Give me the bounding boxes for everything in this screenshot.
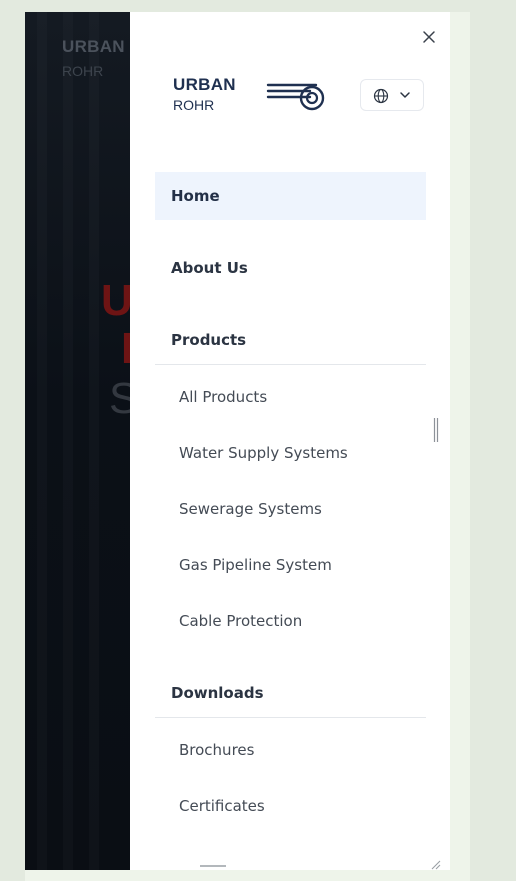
- nav-subitem-cable-protection[interactable]: Cable Protection: [155, 601, 426, 641]
- nav-subitem-certificates[interactable]: Certificates: [155, 786, 426, 826]
- nav-item-label: Home: [171, 187, 220, 205]
- pipe-logo-icon: [266, 83, 325, 111]
- close-button[interactable]: [418, 26, 440, 48]
- nav-subitem-sewerage-systems[interactable]: Sewerage Systems: [155, 489, 426, 529]
- backdrop-stripe: [37, 12, 47, 870]
- chevron-down-icon: [400, 92, 410, 98]
- nav-item-about-us[interactable]: About Us: [155, 244, 426, 292]
- background-brand-name: URBAN: [62, 37, 125, 56]
- language-selector[interactable]: [360, 79, 424, 111]
- nav-section-downloads[interactable]: Downloads: [155, 669, 426, 717]
- backdrop-stripe: [63, 12, 73, 870]
- nav-item-label: About Us: [171, 259, 248, 277]
- app-frame: URBAN ROHR U I S URBAN ROHR Home About U…: [25, 12, 470, 881]
- mobile-nav-drawer: URBAN ROHR Home About Us Products All Pr…: [130, 12, 450, 870]
- nav-item-home[interactable]: Home: [155, 172, 426, 220]
- subitem-label: Brochures: [179, 741, 255, 759]
- logo-line2: ROHR: [173, 97, 215, 113]
- resize-handle-right[interactable]: [433, 417, 439, 443]
- section-label: Downloads: [171, 684, 264, 702]
- resize-handle-bottom[interactable]: [200, 864, 226, 868]
- subitem-label: Cable Protection: [179, 612, 303, 630]
- background-hero-line1: U: [101, 276, 130, 325]
- backdrop-stripe: [89, 12, 99, 870]
- subitem-label: Gas Pipeline System: [179, 556, 332, 574]
- nav-subitem-all-products[interactable]: All Products: [155, 377, 426, 417]
- divider: [155, 364, 426, 365]
- close-icon: [423, 31, 435, 43]
- subitem-label: Water Supply Systems: [179, 444, 348, 462]
- subitem-label: All Products: [179, 388, 268, 406]
- globe-icon: [373, 88, 389, 104]
- resize-corner-grip[interactable]: [430, 860, 442, 870]
- background-brand-sub: ROHR: [62, 63, 104, 79]
- background-hero-line3: S: [109, 374, 130, 423]
- nav-subitem-brochures[interactable]: Brochures: [155, 730, 426, 770]
- page-backdrop: URBAN ROHR U I S: [25, 12, 130, 870]
- nav-section-products[interactable]: Products: [155, 316, 426, 364]
- nav-subitem-gas-pipeline-system[interactable]: Gas Pipeline System: [155, 545, 426, 585]
- divider: [155, 717, 426, 718]
- nav-subitem-water-supply-systems[interactable]: Water Supply Systems: [155, 433, 426, 473]
- subitem-label: Certificates: [179, 797, 265, 815]
- subitem-label: Sewerage Systems: [179, 500, 322, 518]
- section-label: Products: [171, 331, 247, 349]
- background-hero-line2: I: [121, 324, 130, 373]
- logo-line1: URBAN: [173, 75, 236, 94]
